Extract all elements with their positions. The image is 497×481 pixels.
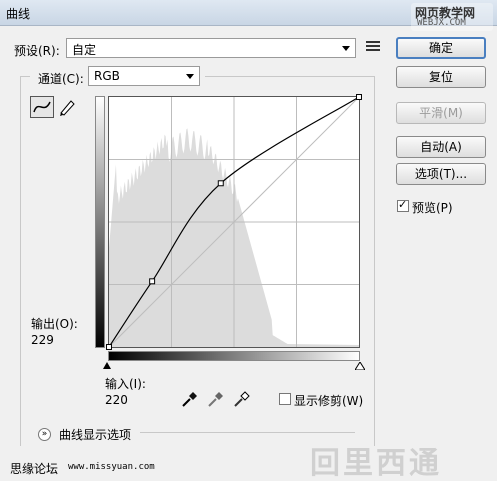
options-button[interactable]: 选项(T)... xyxy=(396,163,486,185)
channel-value: RGB xyxy=(94,69,120,83)
pencil-icon[interactable] xyxy=(56,96,80,118)
group-border-top-left xyxy=(20,76,30,77)
preset-value: 自定 xyxy=(72,43,97,57)
watermark-bottom-text2: www.missyuan.com xyxy=(68,462,155,472)
group-border-top-right xyxy=(205,76,375,77)
curves-graph[interactable] xyxy=(106,94,362,350)
watermark-bottom-logo: 回里西通 xyxy=(310,446,442,481)
output-value: 229 xyxy=(31,333,54,347)
preview-label: 预览(P) xyxy=(412,201,453,215)
watermark-bottom-text1: 思缘论坛 xyxy=(10,462,59,476)
curve-control-point[interactable] xyxy=(217,180,224,187)
auto-button[interactable]: 自动(A) xyxy=(396,136,486,158)
curve-control-point[interactable] xyxy=(106,344,112,350)
ok-button[interactable]: 确定 xyxy=(396,37,486,59)
curve-control-point[interactable] xyxy=(149,278,156,285)
expand-options-icon[interactable]: » xyxy=(38,428,51,441)
curve-control-point[interactable] xyxy=(356,94,362,100)
watermark-top: 网页教学网 WEBJX.COM xyxy=(411,3,493,31)
eyedropper-black-icon[interactable] xyxy=(181,390,199,408)
chevron-down-icon xyxy=(342,46,350,51)
input-label: 输入(I): xyxy=(105,377,146,391)
black-point-slider[interactable] xyxy=(103,362,111,369)
preset-select[interactable]: 自定 xyxy=(66,38,356,58)
watermark-top-line2: WEBJX.COM xyxy=(417,18,466,28)
preset-label: 预设(R): xyxy=(14,44,60,58)
channel-label: 通道(C): xyxy=(38,72,84,86)
smooth-button[interactable]: 平滑(M) xyxy=(396,102,486,124)
group-border-left xyxy=(20,76,21,446)
input-gradient-bar xyxy=(108,351,360,361)
list-menu-icon[interactable] xyxy=(366,41,380,55)
output-gradient-bar xyxy=(95,96,105,348)
title-bar: 曲线 网页教学网 WEBJX.COM xyxy=(0,0,497,31)
reset-button[interactable]: 复位 xyxy=(396,66,486,88)
eyedropper-gray-icon[interactable] xyxy=(207,390,225,408)
curve-options-label[interactable]: 曲线显示选项 xyxy=(59,426,131,443)
show-clipping-checkbox[interactable] xyxy=(279,393,291,405)
curve-tool-icon[interactable] xyxy=(30,96,54,118)
group-border-right xyxy=(374,76,375,446)
channel-select[interactable]: RGB xyxy=(88,66,200,86)
window-title: 曲线 xyxy=(6,7,31,21)
show-clipping-label: 显示修剪(W) xyxy=(294,394,364,408)
output-label: 输出(O): xyxy=(31,317,78,331)
white-point-slider[interactable] xyxy=(355,362,365,370)
input-value: 220 xyxy=(105,393,128,407)
checkmark-icon: ✓ xyxy=(398,198,408,211)
options-separator xyxy=(140,432,355,433)
preview-checkbox[interactable]: ✓ xyxy=(397,198,409,212)
eyedropper-white-icon[interactable] xyxy=(233,390,251,408)
watermark-bottom: 思缘论坛 www.missyuan.com 回里西通 xyxy=(0,446,497,481)
chevron-down-icon xyxy=(186,74,194,79)
